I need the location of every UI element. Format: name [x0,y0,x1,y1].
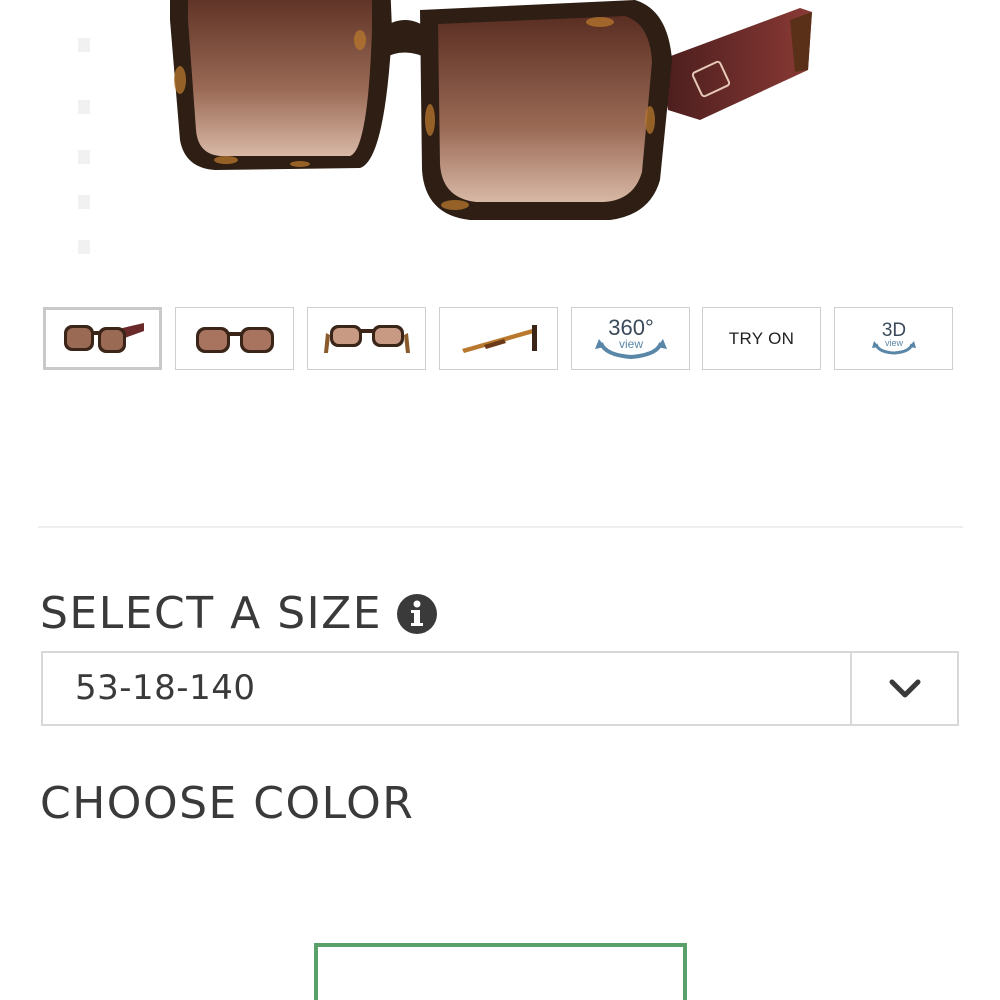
thumbnail-side-view[interactable] [439,307,558,370]
thumbnail-top-view[interactable] [307,307,426,370]
size-selected-value: 53-18-140 [75,668,256,708]
rotate-3d-icon: 3D view [871,320,916,355]
size-heading: SELECT A SIZE [40,588,438,640]
color-heading: CHOOSE COLOR [40,778,415,829]
product-page: 360° view TRY ON 3D view SELECT A SIZE 5… [0,0,1000,1000]
thumbnail-360-view[interactable]: 360° view [571,307,690,370]
sunglasses-side-icon [461,324,537,353]
product-hero-image [0,0,1000,290]
info-icon[interactable] [396,593,438,635]
thumbnail-angle-view[interactable] [43,307,162,370]
sunglasses-angle-icon [63,322,144,353]
sunglasses-image [78,0,812,254]
360-small-label: view [618,337,642,351]
try-on-label: TRY ON [728,328,795,348]
thumbnail-3d-view[interactable]: 3D view [834,307,953,370]
thumbnail-front-view[interactable] [175,307,294,370]
rotate-360-icon: 360° view [594,315,667,359]
chevron-down-icon [889,679,920,697]
3d-small-label: view [884,338,903,348]
section-divider [38,526,963,528]
sunglasses-top-icon [323,324,410,353]
dropdown-toggle[interactable] [850,653,957,724]
sunglasses-front-icon [195,326,274,353]
color-swatch-selected[interactable] [314,943,687,1000]
size-dropdown[interactable]: 53-18-140 [41,651,959,726]
thumbnail-try-on[interactable]: TRY ON [702,307,821,370]
size-title: SELECT A SIZE [40,588,383,639]
